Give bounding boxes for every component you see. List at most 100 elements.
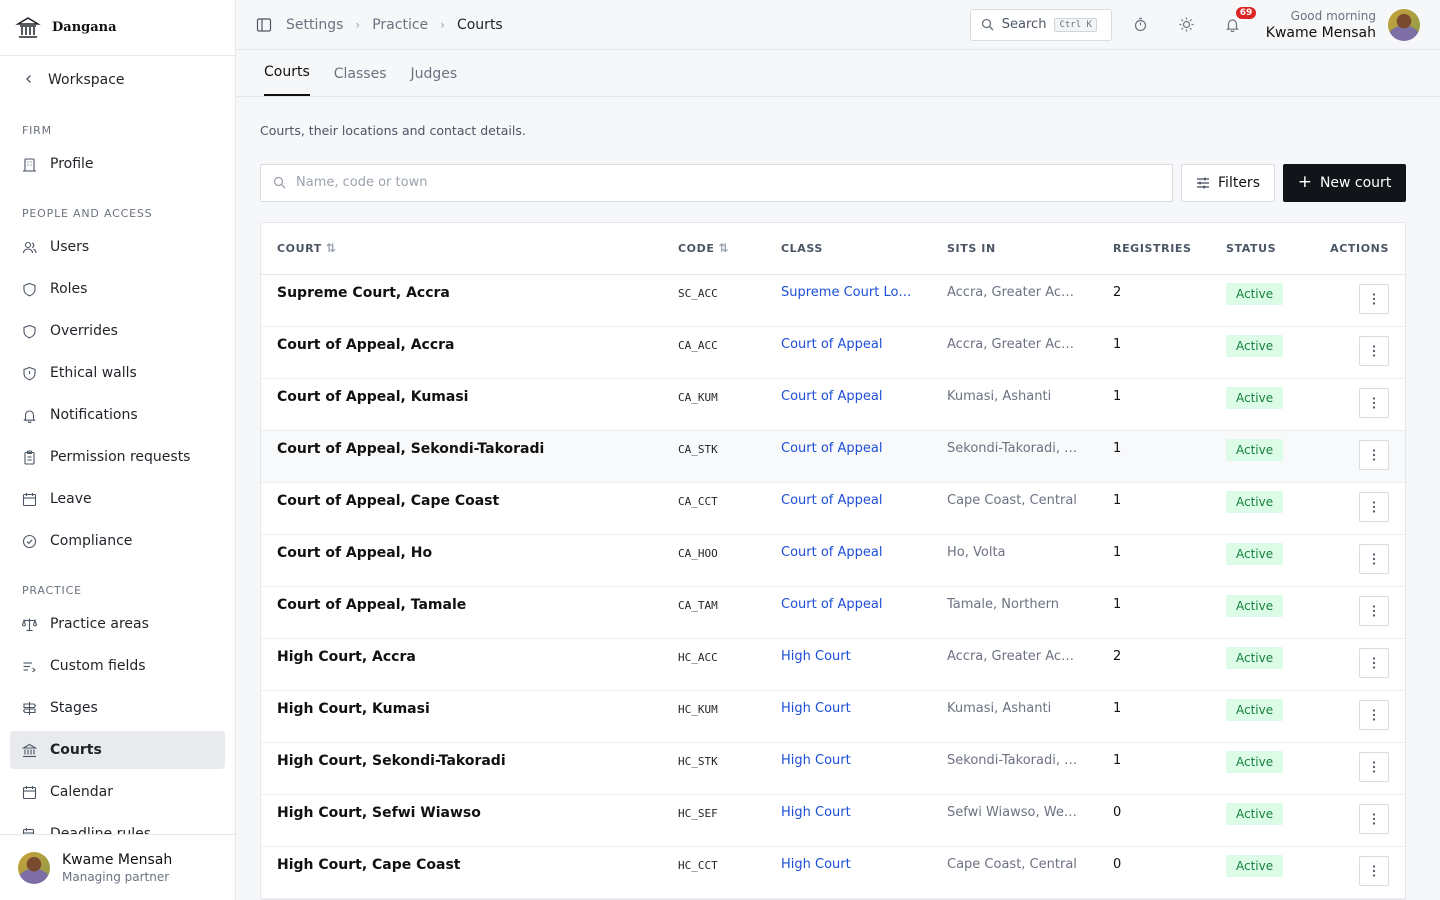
row-actions-button[interactable] <box>1359 492 1389 522</box>
row-actions-button[interactable] <box>1359 648 1389 678</box>
sidebar-item-stages[interactable]: Stages <box>10 689 225 727</box>
court-code: CA_HOO <box>662 534 765 587</box>
court-name[interactable]: High Court, Cape Coast <box>261 846 662 899</box>
court-name[interactable]: Court of Appeal, Cape Coast <box>261 482 662 535</box>
sidebar-item-notifications[interactable]: Notifications <box>10 396 225 434</box>
court-status: Active <box>1210 534 1302 587</box>
court-class-link[interactable]: High Court <box>765 690 931 743</box>
column-header-court[interactable]: COURT ⇅ <box>261 222 662 275</box>
sidebar-item-custom-fields[interactable]: Custom fields <box>10 647 225 685</box>
court-actions <box>1302 430 1405 483</box>
court-class-link[interactable]: Court of Appeal <box>765 326 931 379</box>
table-row[interactable]: High Court, Cape Coast HC_CCT High Court… <box>261 846 1405 899</box>
column-header-code[interactable]: CODE ⇅ <box>662 222 765 275</box>
filters-button[interactable]: Filters <box>1181 163 1275 202</box>
table-row[interactable]: High Court, Accra HC_ACC High Court Accr… <box>261 638 1405 691</box>
timer-button[interactable] <box>1118 9 1164 41</box>
sidebar-item-practice-areas[interactable]: Practice areas <box>10 605 225 643</box>
court-name[interactable]: High Court, Kumasi <box>261 690 662 743</box>
tab-courts[interactable]: Courts <box>264 64 310 96</box>
court-code: HC_KUM <box>662 690 765 743</box>
row-actions-button[interactable] <box>1359 752 1389 782</box>
tab-judges[interactable]: Judges <box>411 66 458 96</box>
sidebar-item-courts[interactable]: Courts <box>10 731 225 769</box>
row-actions-button[interactable] <box>1359 856 1389 886</box>
sidebar-item-compliance[interactable]: Compliance <box>10 522 225 560</box>
court-name[interactable]: Court of Appeal, Kumasi <box>261 378 662 431</box>
row-actions-button[interactable] <box>1359 440 1389 470</box>
court-search-input[interactable] <box>296 175 1160 190</box>
back-to-workspace-link[interactable]: Workspace <box>10 56 225 104</box>
theme-toggle-button[interactable] <box>1164 9 1210 41</box>
table-row[interactable]: Court of Appeal, Kumasi CA_KUM Court of … <box>261 378 1405 431</box>
court-actions <box>1302 274 1405 327</box>
search-icon <box>273 176 286 189</box>
new-court-button[interactable]: + New court <box>1283 163 1406 202</box>
court-name[interactable]: High Court, Sefwi Wiawso <box>261 794 662 847</box>
court-class-link[interactable]: High Court <box>765 794 931 847</box>
table-row[interactable]: Court of Appeal, Sekondi-Takoradi CA_STK… <box>261 430 1405 483</box>
sidebar-item-overrides[interactable]: Overrides <box>10 312 225 350</box>
court-class-link[interactable]: High Court <box>765 846 931 899</box>
breadcrumb-practice[interactable]: Practice <box>372 17 428 33</box>
status-badge: Active <box>1226 543 1284 565</box>
sidebar-item-permission-requests[interactable]: Permission requests <box>10 438 225 476</box>
status-badge: Active <box>1226 335 1284 357</box>
sidebar-item-leave[interactable]: Leave <box>10 480 225 518</box>
sidebar-item-profile[interactable]: Profile <box>10 145 225 183</box>
scale-icon <box>22 617 37 632</box>
court-search-field[interactable] <box>260 163 1173 202</box>
court-class-link[interactable]: High Court <box>765 638 931 691</box>
sidebar-item-ethical-walls[interactable]: Ethical walls <box>10 354 225 392</box>
court-class-link[interactable]: Supreme Court Lore... <box>765 274 931 327</box>
court-class-link[interactable]: Court of Appeal <box>765 430 931 483</box>
court-name[interactable]: Supreme Court, Accra <box>261 274 662 327</box>
table-row[interactable]: High Court, Sekondi-Takoradi HC_STK High… <box>261 742 1405 795</box>
table-row[interactable]: Court of Appeal, Ho CA_HOO Court of Appe… <box>261 534 1405 587</box>
table-row[interactable]: High Court, Sefwi Wiawso HC_SEF High Cou… <box>261 794 1405 847</box>
court-name[interactable]: Court of Appeal, Tamale <box>261 586 662 639</box>
court-sits-in: Kumasi, Ashanti <box>931 378 1097 431</box>
user-profile-footer[interactable]: Kwame Mensah Managing partner <box>0 834 235 900</box>
breadcrumb-settings[interactable]: Settings <box>286 17 343 33</box>
sidebar-item-calendar[interactable]: Calendar <box>10 773 225 811</box>
court-class-link[interactable]: Court of Appeal <box>765 482 931 535</box>
table-row[interactable]: Court of Appeal, Cape Coast CA_CCT Court… <box>261 482 1405 535</box>
row-actions-button[interactable] <box>1359 336 1389 366</box>
row-actions-button[interactable] <box>1359 700 1389 730</box>
row-actions-button[interactable] <box>1359 596 1389 626</box>
table-row[interactable]: High Court, Kumasi HC_KUM High Court Kum… <box>261 690 1405 743</box>
court-class-link[interactable]: High Court <box>765 742 931 795</box>
row-actions-button[interactable] <box>1359 804 1389 834</box>
court-name[interactable]: High Court, Accra <box>261 638 662 691</box>
court-class-link[interactable]: Court of Appeal <box>765 586 931 639</box>
sidebar-item-users[interactable]: Users <box>10 228 225 266</box>
table-row[interactable]: Court of Appeal, Tamale CA_TAM Court of … <box>261 586 1405 639</box>
sidebar-item-label: Practice areas <box>50 616 149 632</box>
more-vertical-icon <box>1372 656 1376 670</box>
global-search-button[interactable]: Search Ctrl K <box>969 8 1112 41</box>
shield-alert-icon <box>22 366 37 381</box>
court-name[interactable]: Court of Appeal, Accra <box>261 326 662 379</box>
court-registries: 2 <box>1097 274 1210 327</box>
court-name[interactable]: Court of Appeal, Ho <box>261 534 662 587</box>
sidebar-toggle-icon[interactable] <box>256 17 272 33</box>
search-icon <box>981 18 994 31</box>
row-actions-button[interactable] <box>1359 284 1389 314</box>
notifications-button[interactable]: 69 <box>1210 6 1257 41</box>
court-name[interactable]: High Court, Sekondi-Takoradi <box>261 742 662 795</box>
row-actions-button[interactable] <box>1359 388 1389 418</box>
court-name[interactable]: Court of Appeal, Sekondi-Takoradi <box>261 430 662 483</box>
court-class-link[interactable]: Court of Appeal <box>765 378 931 431</box>
more-vertical-icon <box>1372 760 1376 774</box>
table-row[interactable]: Supreme Court, Accra SC_ACC Supreme Cour… <box>261 274 1405 327</box>
court-class-link[interactable]: Court of Appeal <box>765 534 931 587</box>
sidebar-item-roles[interactable]: Roles <box>10 270 225 308</box>
table-row[interactable]: Court of Appeal, Accra CA_ACC Court of A… <box>261 326 1405 379</box>
tab-classes[interactable]: Classes <box>334 66 387 96</box>
row-actions-button[interactable] <box>1359 544 1389 574</box>
brand[interactable]: Dangana <box>0 0 235 56</box>
sidebar-item-label: Compliance <box>50 533 133 549</box>
user-avatar[interactable] <box>1388 8 1420 41</box>
sidebar-item-deadline-rules[interactable]: Deadline rules <box>10 815 225 834</box>
